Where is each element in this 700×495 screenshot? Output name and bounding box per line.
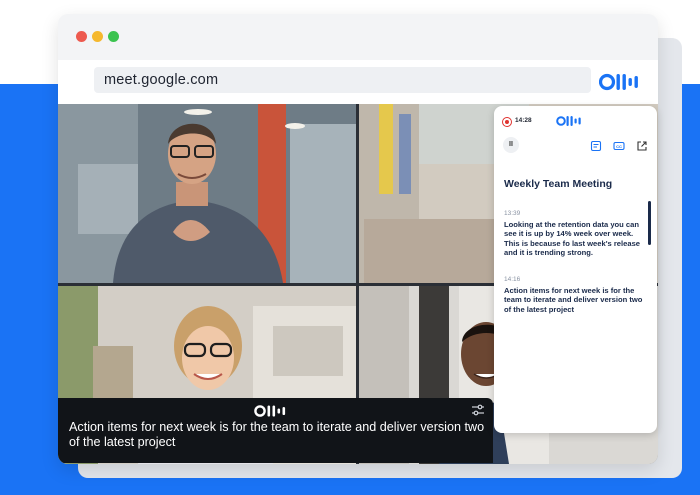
recording-time: 14:28 — [515, 117, 532, 124]
transcript-scrollbar[interactable] — [648, 201, 651, 245]
participant-man-glasses-video — [58, 104, 356, 283]
caption-icon[interactable]: CC — [613, 140, 625, 152]
transcript-timestamp: 14:16 — [504, 276, 521, 283]
transcript-entry[interactable]: 13:39 Looking at the retention data you … — [504, 210, 644, 258]
transcript-timestamp: 13:39 — [504, 210, 521, 217]
participant-tile-1[interactable] — [58, 104, 356, 283]
url-field[interactable]: meet.google.com — [94, 67, 591, 93]
settings-sliders-icon[interactable] — [471, 404, 485, 416]
maximize-window-button[interactable] — [108, 31, 119, 42]
otter-transcript-panel: 14:28 II CC Weekly Team Meeting 13:39 Lo… — [494, 106, 657, 433]
transcript-text: Looking at the retention data you can se… — [504, 220, 641, 258]
live-caption-bar: Action items for next week is for the te… — [58, 398, 493, 463]
pause-icon[interactable]: II — [503, 137, 519, 153]
transcript-text: Action items for next week is for the te… — [504, 286, 643, 314]
address-bar: meet.google.com — [58, 60, 658, 104]
caption-text: Action items for next week is for the te… — [69, 420, 485, 449]
svg-text:CC: CC — [616, 144, 622, 149]
close-window-button[interactable] — [76, 31, 87, 42]
otter-logo-icon — [254, 405, 286, 417]
minimize-window-button[interactable] — [92, 31, 103, 42]
meeting-title: Weekly Team Meeting — [504, 178, 613, 190]
title-bar — [58, 14, 658, 60]
otter-logo-icon[interactable] — [599, 71, 643, 93]
notes-icon[interactable] — [590, 140, 602, 152]
transcript-entry[interactable]: 14:16 Action items for next week is for … — [504, 276, 644, 314]
open-external-icon[interactable] — [636, 140, 648, 152]
otter-logo-icon — [556, 116, 581, 126]
recording-icon — [502, 117, 512, 127]
